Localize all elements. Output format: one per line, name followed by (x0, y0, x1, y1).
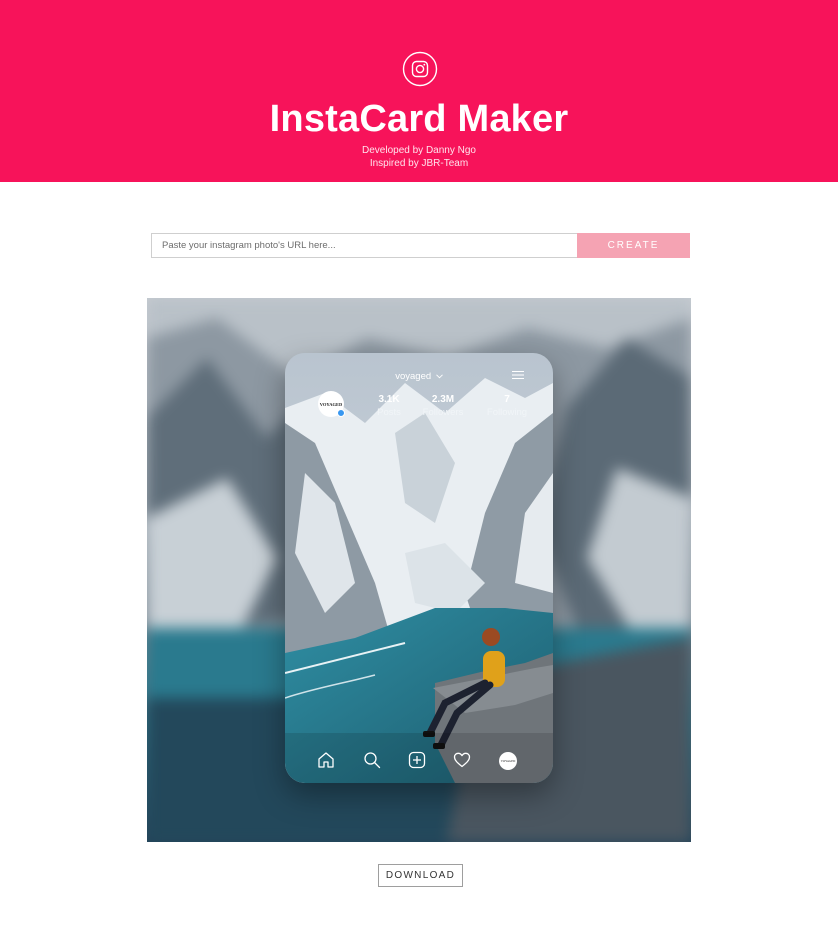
stat-following[interactable]: 7 Following (477, 394, 537, 419)
photo-url-input[interactable] (151, 233, 577, 258)
add-post-icon[interactable] (408, 751, 426, 769)
hamburger-icon[interactable] (512, 370, 524, 380)
stat-followers[interactable]: 2.3M Followers (413, 394, 473, 419)
verified-badge-icon (337, 409, 345, 417)
chevron-down-icon (435, 374, 443, 379)
download-button[interactable]: DOWNLOAD (378, 864, 463, 887)
heart-icon[interactable] (453, 751, 471, 769)
page-title: InstaCard Maker (269, 98, 569, 140)
stat-posts-value: 3.1K (378, 394, 400, 405)
create-button[interactable]: CREATE (577, 233, 690, 258)
search-icon[interactable] (363, 751, 381, 769)
stat-posts[interactable]: 3.1K Posts (359, 394, 419, 419)
username-text: voyaged (395, 371, 432, 382)
home-icon[interactable] (317, 751, 335, 769)
phone-mockup: voyaged VOYAGED 3.1K Posts 2.3M Follower… (285, 353, 553, 783)
stat-following-label: Following (486, 407, 528, 418)
instagram-icon (402, 51, 438, 87)
nav-profile-avatar-text: VOYAGED (500, 759, 516, 763)
developer-credit: Developed by Danny Ngo (362, 145, 476, 156)
stat-followers-label: Followers (422, 407, 464, 418)
inspiration-credit: Inspired by JBR-Team (369, 158, 469, 169)
stat-followers-value: 2.3M (431, 394, 455, 405)
avatar-text: VOYAGED (319, 401, 343, 407)
stat-posts-label: Posts (377, 407, 401, 418)
nav-profile-avatar[interactable]: VOYAGED (499, 752, 517, 770)
header-banner: InstaCard Maker Developed by Danny Ngo I… (0, 0, 838, 182)
stat-following-value: 7 (504, 394, 510, 405)
instacard-preview: voyaged VOYAGED 3.1K Posts 2.3M Follower… (147, 298, 691, 842)
